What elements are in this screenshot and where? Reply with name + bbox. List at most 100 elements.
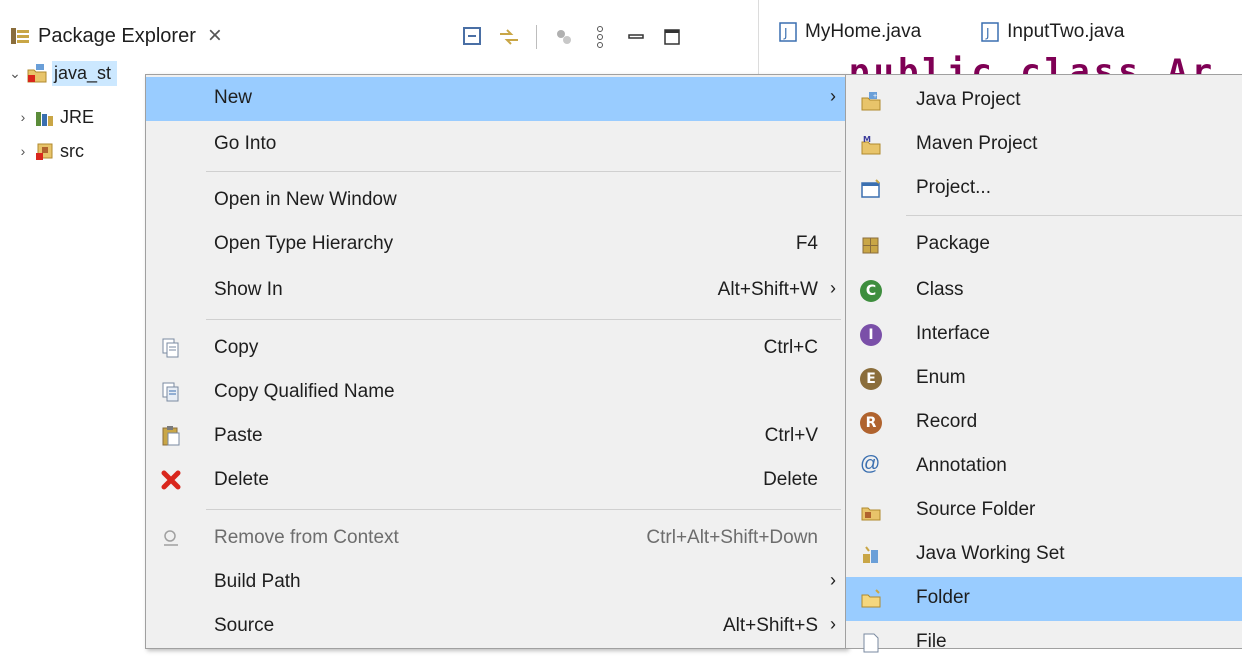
- menu-item-copy-qualified-name[interactable]: Copy Qualified Name: [146, 371, 846, 415]
- package-icon: [862, 237, 879, 254]
- submenu-item-label: Enum: [916, 367, 966, 388]
- remove-from-context-icon: [164, 530, 178, 546]
- submenu-item-file[interactable]: File: [846, 621, 1242, 665]
- submenu-item-label: Source Folder: [916, 499, 1036, 520]
- menu-item-label: Build Path: [214, 571, 301, 592]
- record-icon: R: [860, 412, 882, 434]
- chevron-right-icon: ›: [830, 570, 836, 590]
- tree-item-src[interactable]: › src: [14, 136, 84, 166]
- java-project-icon: +: [861, 92, 881, 111]
- menu-item-build-path[interactable]: Build Path ›: [146, 561, 846, 605]
- submenu-item-record[interactable]: R Record: [846, 401, 1242, 445]
- editor-tab-myhome[interactable]: J MyHome.java: [779, 21, 921, 43]
- menu-item-new[interactable]: New ›: [146, 77, 846, 121]
- menu-item-label: Source: [214, 615, 275, 636]
- folder-icon: [861, 589, 881, 608]
- menu-item-shortcut: Delete: [763, 469, 818, 490]
- view-menu-icon[interactable]: [587, 24, 613, 50]
- menu-item-open-type-hierarchy[interactable]: Open Type Hierarchy F4: [146, 223, 846, 267]
- tree-item-label: java_st: [52, 60, 118, 86]
- tree-item-label: JRE: [60, 106, 95, 127]
- maven-project-icon: M: [861, 135, 881, 155]
- menu-separator: [206, 509, 841, 510]
- submenu-item-project[interactable]: Project...: [846, 167, 1242, 211]
- menu-item-label: Open in New Window: [214, 189, 397, 210]
- package-explorer-title: Package Explorer: [38, 24, 196, 47]
- java-working-set-icon: [863, 546, 878, 563]
- interface-icon: I: [860, 324, 882, 346]
- link-with-editor-icon[interactable]: [496, 24, 522, 50]
- package-explorer-toolbar: [460, 22, 685, 52]
- menu-item-label: Paste: [214, 425, 263, 446]
- submenu-item-label: Java Working Set: [916, 543, 1065, 564]
- menu-item-shortcut: F4: [795, 233, 818, 254]
- menu-separator: [906, 215, 1242, 216]
- menu-item-open-in-new-window[interactable]: Open in New Window: [146, 179, 846, 223]
- menu-item-source[interactable]: Source Alt+Shift+S ›: [146, 605, 846, 649]
- menu-item-label: Delete: [214, 469, 269, 490]
- chevron-right-icon[interactable]: ›: [14, 143, 32, 159]
- tree-item-jre[interactable]: › JRE: [14, 102, 94, 132]
- menu-item-shortcut: Ctrl+C: [763, 337, 818, 358]
- submenu-item-folder[interactable]: Folder: [846, 577, 1242, 621]
- submenu-item-label: Annotation: [916, 455, 1007, 476]
- submenu-item-label: Package: [916, 233, 990, 254]
- menu-item-delete[interactable]: Delete Delete: [146, 459, 846, 503]
- minimize-icon[interactable]: [623, 24, 649, 50]
- paste-icon: [162, 426, 180, 446]
- submenu-item-label: Maven Project: [916, 133, 1038, 154]
- menu-item-show-in[interactable]: Show In Alt+Shift+W ›: [146, 269, 846, 313]
- editor-tab-label: InputTwo.java: [1007, 21, 1125, 42]
- submenu-item-label: Interface: [916, 323, 990, 344]
- menu-item-label: Go Into: [214, 133, 277, 154]
- menu-item-label: Open Type Hierarchy: [214, 233, 394, 254]
- menu-item-remove-from-context[interactable]: Remove from Context Ctrl+Alt+Shift+Down: [146, 517, 846, 561]
- submenu-item-package[interactable]: Package: [846, 223, 1242, 267]
- submenu-item-java-project[interactable]: + Java Project: [846, 79, 1242, 123]
- menu-item-shortcut: Alt+Shift+W: [717, 279, 818, 300]
- editor-tab-inputtwo[interactable]: J InputTwo.java: [981, 21, 1124, 43]
- tree-item-project[interactable]: ⌄ java_st: [6, 58, 118, 88]
- submenu-item-annotation[interactable]: @ Annotation: [846, 445, 1242, 489]
- close-icon[interactable]: ×: [208, 24, 222, 48]
- copy-icon: [162, 338, 179, 358]
- file-icon: [863, 633, 879, 653]
- svg-text:J: J: [783, 26, 788, 40]
- java-file-icon: J: [779, 22, 797, 42]
- context-menu: New › Go Into Open in New Window Open Ty…: [145, 74, 847, 649]
- submenu-item-label: Class: [916, 279, 964, 300]
- menu-separator: [206, 319, 841, 320]
- project-icon: [861, 179, 880, 198]
- chevron-down-icon[interactable]: ⌄: [6, 65, 24, 82]
- submenu-item-java-working-set[interactable]: Java Working Set: [846, 533, 1242, 577]
- menu-item-paste[interactable]: Paste Ctrl+V: [146, 415, 846, 459]
- focus-on-active-task-icon[interactable]: [551, 24, 577, 50]
- library-icon: [36, 112, 53, 126]
- menu-item-label: Remove from Context: [214, 527, 399, 548]
- package-explorer-tab[interactable]: Package Explorer ×: [4, 18, 222, 54]
- source-folder-error-icon: [36, 143, 53, 160]
- svg-text:J: J: [985, 26, 990, 40]
- submenu-item-label: Folder: [916, 587, 970, 608]
- menu-item-shortcut: Ctrl+V: [764, 425, 818, 446]
- java-file-icon: J: [981, 22, 999, 42]
- java-project-error-icon: [27, 64, 47, 83]
- menu-item-go-into[interactable]: Go Into: [146, 123, 846, 167]
- submenu-item-maven-project[interactable]: M Maven Project: [846, 123, 1242, 167]
- submenu-item-enum[interactable]: E Enum: [846, 357, 1242, 401]
- svg-text:M: M: [863, 135, 871, 144]
- chevron-right-icon[interactable]: ›: [14, 109, 32, 125]
- submenu-item-source-folder[interactable]: Source Folder: [846, 489, 1242, 533]
- menu-item-label: Copy Qualified Name: [214, 381, 395, 402]
- editor-tab-label: MyHome.java: [805, 21, 922, 42]
- collapse-all-icon[interactable]: [460, 24, 486, 50]
- menu-item-label: Copy: [214, 337, 259, 358]
- menu-item-copy[interactable]: Copy Ctrl+C: [146, 327, 846, 371]
- delete-icon: [161, 470, 181, 490]
- maximize-icon[interactable]: [659, 24, 685, 50]
- menu-separator: [206, 171, 841, 172]
- submenu-item-class[interactable]: C Class: [846, 269, 1242, 313]
- submenu-item-interface[interactable]: I Interface: [846, 313, 1242, 357]
- class-icon: C: [860, 280, 882, 302]
- toolbar-separator: [536, 25, 537, 49]
